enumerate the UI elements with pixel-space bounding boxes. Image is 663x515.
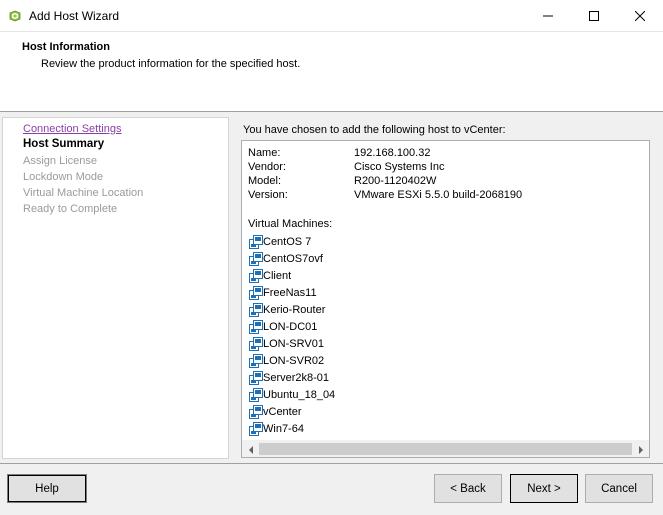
vm-list-item: Server2k8-01 bbox=[249, 370, 329, 386]
vm-list-item: LON-SRV01 bbox=[249, 336, 324, 352]
vm-name: LON-SRV01 bbox=[263, 338, 324, 350]
scroll-right-icon[interactable] bbox=[632, 441, 649, 457]
virtual-machine-icon bbox=[249, 371, 263, 385]
vm-list-item: CentOS 7 bbox=[249, 234, 311, 250]
steps-panel: Connection Settings Host Summary Assign … bbox=[2, 117, 229, 459]
info-value: 192.168.100.32 bbox=[354, 147, 431, 159]
vm-name: Win7-64 bbox=[263, 423, 304, 435]
info-value: VMware ESXi 5.5.0 build-2068190 bbox=[354, 189, 523, 201]
virtual-machine-icon bbox=[249, 303, 263, 317]
virtual-machine-icon bbox=[249, 405, 263, 419]
vm-list-item: LON-SVR02 bbox=[249, 353, 324, 369]
vm-name: Ubuntu_18_04 bbox=[263, 389, 336, 401]
summary-intro: You have chosen to add the following hos… bbox=[243, 124, 506, 136]
info-value: Cisco Systems Inc bbox=[354, 161, 445, 173]
virtual-machine-icon bbox=[249, 252, 263, 266]
info-label: Model: bbox=[248, 175, 282, 187]
info-label: Name: bbox=[248, 147, 281, 159]
info-label: Version: bbox=[248, 189, 288, 201]
minimize-icon[interactable] bbox=[525, 0, 571, 32]
step-lockdown-mode: Lockdown Mode bbox=[23, 171, 104, 183]
step-virtual-machine-location: Virtual Machine Location bbox=[23, 187, 144, 199]
vm-list-item: vCenter bbox=[249, 404, 302, 420]
vm-list-item: Win7-64 bbox=[249, 421, 304, 437]
virtual-machine-icon bbox=[249, 269, 263, 283]
help-button[interactable]: Help bbox=[7, 474, 87, 503]
vm-list-heading: Virtual Machines: bbox=[248, 218, 333, 230]
vm-name: FreeNas11 bbox=[263, 287, 317, 299]
cancel-button[interactable]: Cancel bbox=[585, 474, 653, 503]
horizontal-scrollbar[interactable] bbox=[242, 440, 649, 457]
vm-list-item: CentOS7ovf bbox=[249, 251, 323, 267]
wizard-header: Host Information Review the product info… bbox=[0, 32, 663, 112]
vm-list-item: FreeNas11 bbox=[249, 285, 317, 301]
step-assign-license: Assign License bbox=[23, 155, 97, 167]
vm-list-item: Ubuntu_18_04 bbox=[249, 387, 335, 403]
virtual-machine-icon bbox=[249, 286, 263, 300]
step-connection-settings[interactable]: Connection Settings bbox=[23, 123, 121, 135]
vm-name: CentOS 7 bbox=[263, 236, 312, 248]
virtual-machine-icon bbox=[249, 337, 263, 351]
virtual-machine-icon bbox=[249, 422, 263, 436]
virtual-machine-icon bbox=[249, 354, 263, 368]
scroll-left-icon[interactable] bbox=[242, 441, 259, 457]
vm-list-item: Kerio-Router bbox=[249, 302, 325, 318]
window-title: Add Host Wizard bbox=[29, 9, 120, 23]
info-value: R200-1120402W bbox=[354, 175, 437, 187]
maximize-icon[interactable] bbox=[571, 0, 617, 32]
vm-name: LON-SVR02 bbox=[263, 355, 325, 367]
scrollbar-thumb[interactable] bbox=[259, 443, 632, 455]
vmware-app-icon bbox=[7, 8, 23, 24]
step-host-summary: Host Summary bbox=[23, 138, 105, 150]
vm-name: CentOS7ovf bbox=[263, 253, 323, 265]
wizard-body: Connection Settings Host Summary Assign … bbox=[0, 113, 663, 463]
vm-list-item: Client bbox=[249, 268, 291, 284]
vm-list-item: LON-DC01 bbox=[249, 319, 317, 335]
close-icon[interactable] bbox=[617, 0, 663, 32]
title-bar: Add Host Wizard bbox=[0, 0, 663, 32]
page-title: Host Information bbox=[22, 41, 110, 53]
wizard-footer: Help < Back Next > Cancel bbox=[0, 464, 663, 515]
next-button[interactable]: Next > bbox=[510, 474, 578, 503]
info-label: Vendor: bbox=[248, 161, 286, 173]
vm-name: Kerio-Router bbox=[263, 304, 326, 316]
host-summary-box: Name: 192.168.100.32 Vendor: Cisco Syste… bbox=[241, 140, 650, 458]
step-ready-to-complete: Ready to Complete bbox=[23, 203, 118, 215]
back-button[interactable]: < Back bbox=[434, 474, 502, 503]
vm-name: Client bbox=[263, 270, 292, 282]
virtual-machine-icon bbox=[249, 388, 263, 402]
virtual-machine-icon bbox=[249, 320, 263, 334]
vm-name: vCenter bbox=[263, 406, 302, 418]
virtual-machine-icon bbox=[249, 235, 263, 249]
vm-name: Server2k8-01 bbox=[263, 372, 330, 384]
vm-name: LON-DC01 bbox=[263, 321, 318, 333]
page-subtitle: Review the product information for the s… bbox=[41, 58, 301, 70]
